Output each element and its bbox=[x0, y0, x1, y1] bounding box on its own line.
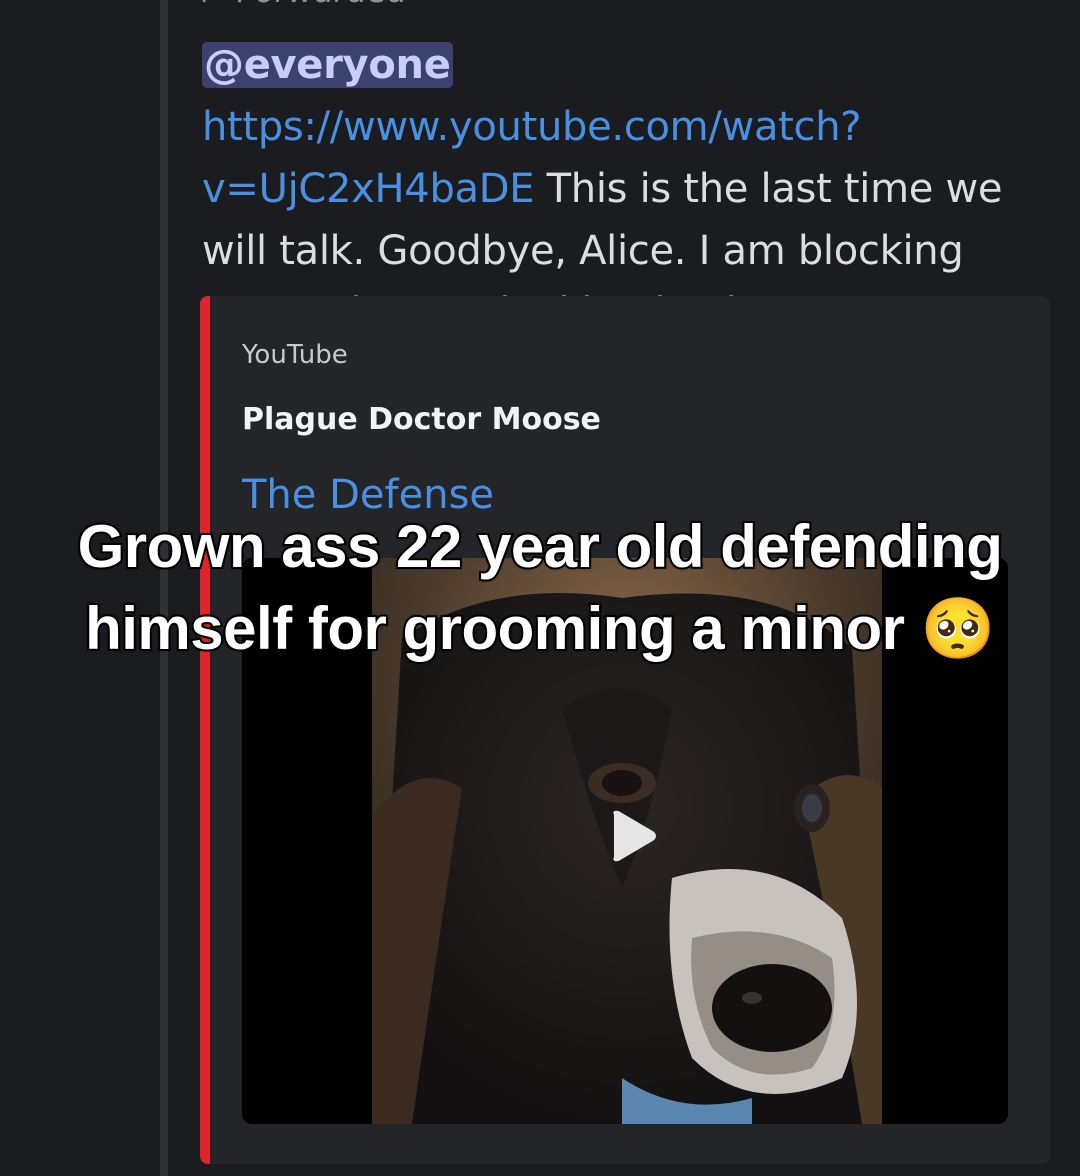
forward-arrow-icon: ↱ bbox=[196, 0, 223, 10]
video-overlay-caption: Grown ass 22 year old defending himself … bbox=[0, 506, 1080, 670]
embed-provider[interactable]: YouTube bbox=[242, 340, 348, 370]
forwarded-header: ↱ Forwarded bbox=[196, 0, 407, 12]
embed-accent-bar bbox=[200, 296, 210, 1164]
youtube-link-part1: https://www.youtube.com/ bbox=[202, 104, 722, 150]
caption-line-1: Grown ass 22 year old defending bbox=[76, 511, 1005, 582]
caption-line-2: himself for grooming a minor 🥺 bbox=[83, 593, 997, 664]
play-icon[interactable] bbox=[602, 806, 662, 866]
embed-author[interactable]: Plague Doctor Moose bbox=[242, 402, 601, 437]
screen: ↱ Forwarded @everyone https://www.youtube… bbox=[0, 0, 1080, 1176]
everyone-mention[interactable]: @everyone bbox=[202, 42, 453, 88]
forwarded-label: Forwarded bbox=[237, 0, 407, 10]
youtube-embed: YouTube Plague Doctor Moose The Defense bbox=[200, 296, 1050, 1164]
